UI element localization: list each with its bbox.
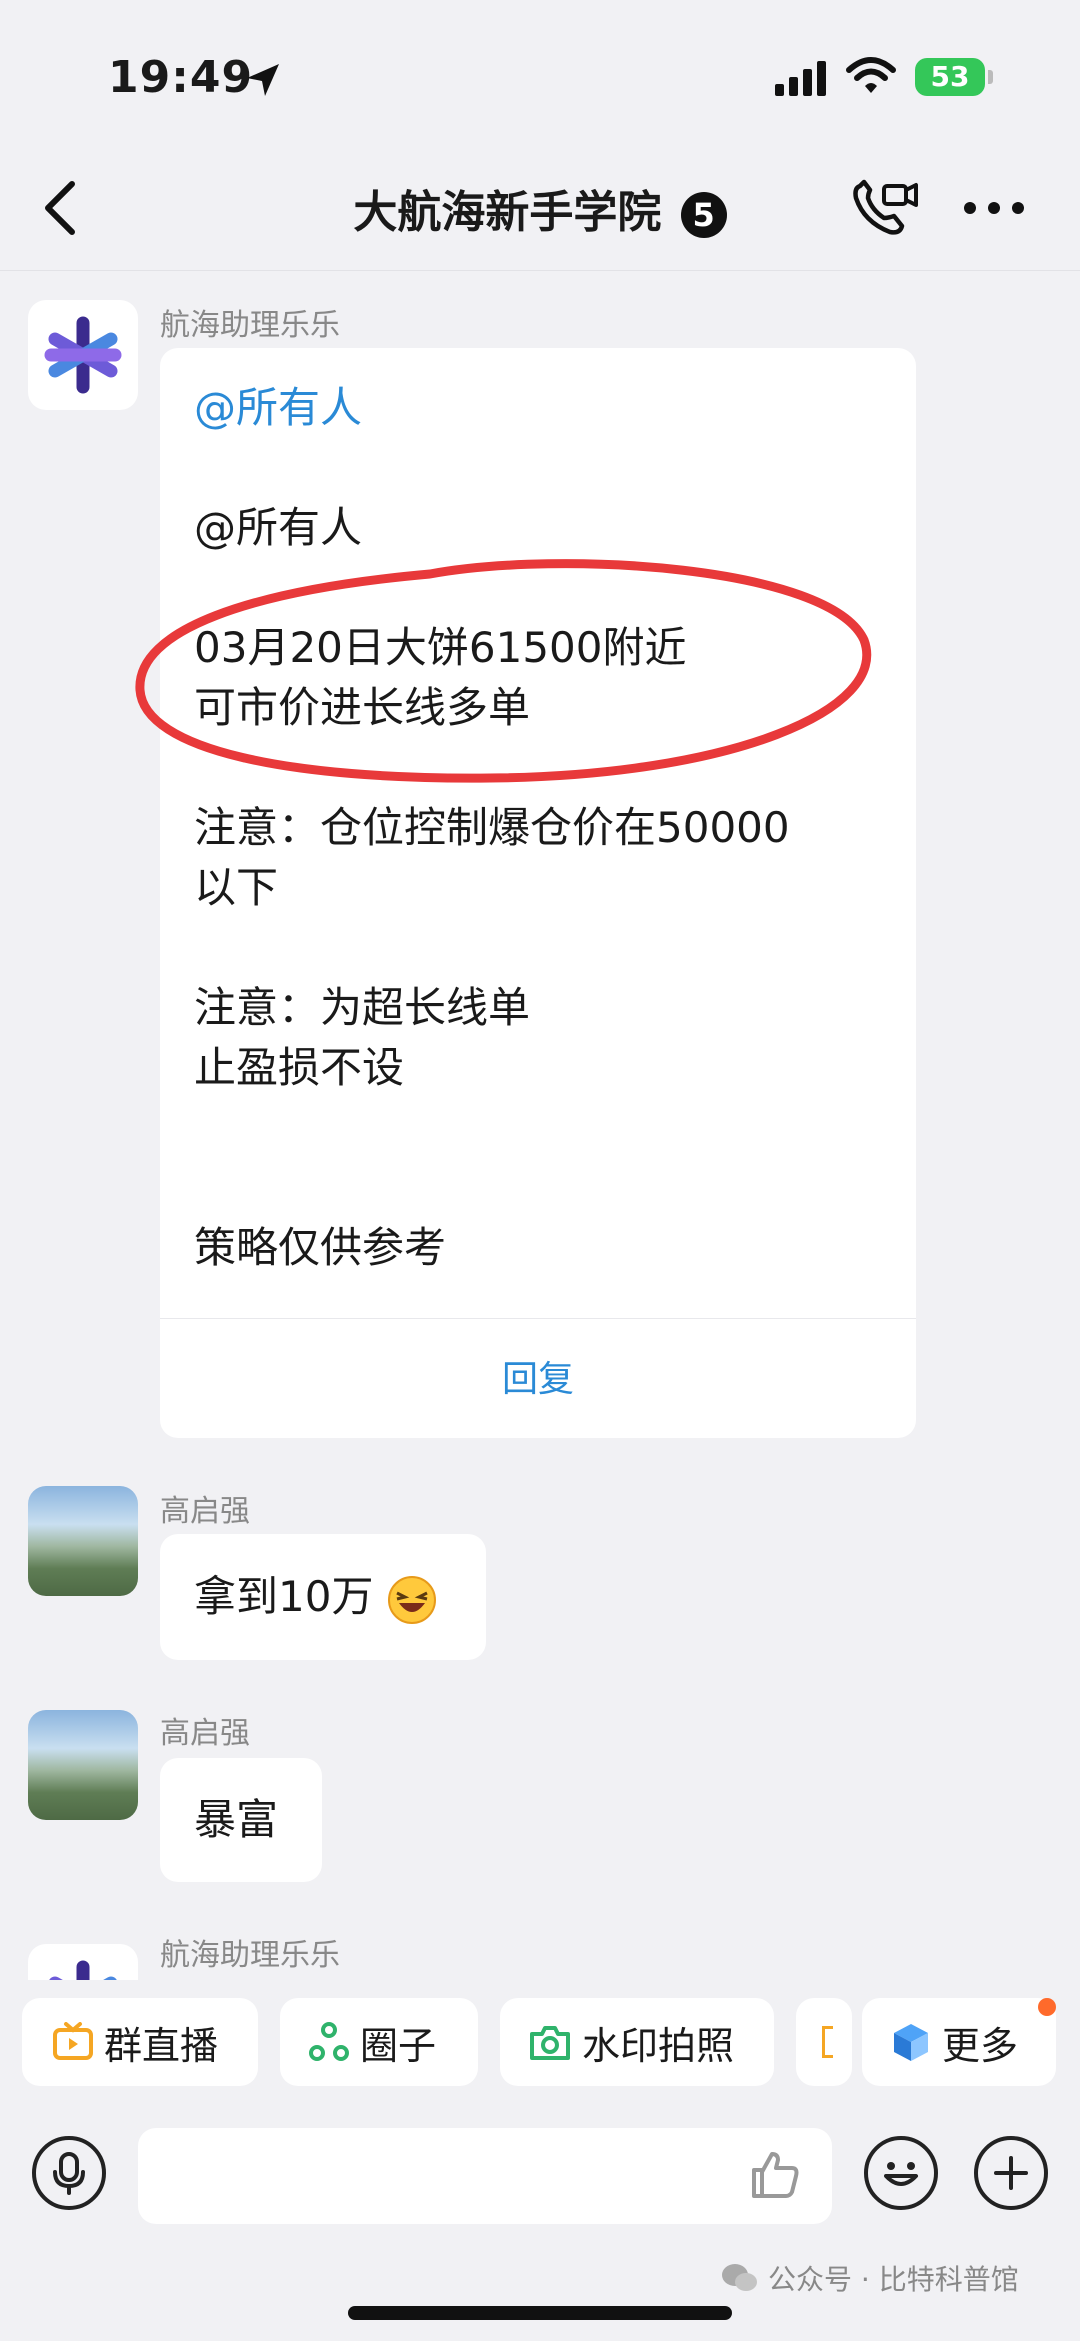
- cellular-signal-icon: [775, 61, 826, 96]
- emoji-button[interactable]: [864, 2136, 938, 2210]
- message-text: 拿到10万: [194, 1567, 437, 1627]
- voice-button[interactable]: [32, 2136, 106, 2210]
- battery-nub: [988, 70, 993, 84]
- watermark-text: 公众号 · 比特科普馆: [768, 2263, 1019, 2296]
- message-input[interactable]: [138, 2128, 832, 2224]
- shortcut-label: 更多: [942, 2023, 1019, 2068]
- message-bubble[interactable]: @所有人 @所有人 03月20日大饼61500附近 可市价进长线多单 注意：仓位…: [160, 348, 916, 1438]
- smiley-icon: [884, 2162, 918, 2186]
- member-count-badge: 5: [680, 192, 727, 238]
- message-line: 策略仅供参考: [194, 1223, 447, 1272]
- shortcut-label: 水印拍照: [582, 2023, 735, 2068]
- sender-name: 高启强: [160, 1716, 250, 1751]
- live-stream-shortcut[interactable]: 群直播: [22, 1998, 258, 2086]
- reply-divider: [160, 1318, 916, 1319]
- status-bar: 19:49 53: [0, 0, 1080, 140]
- message-bubble[interactable]: 暴富: [160, 1758, 322, 1882]
- tv-icon: [53, 2022, 93, 2060]
- clock: 19:49: [108, 52, 254, 103]
- message-text-content: 拿到10万: [194, 1572, 374, 1621]
- microphone-icon: [53, 2152, 85, 2195]
- thumbs-up-icon[interactable]: [748, 2148, 802, 2202]
- partial-message: 航海助理乐乐: [0, 1930, 1080, 1980]
- message-line: 止盈损不设: [194, 1043, 405, 1092]
- chat-header: 大航海新手学院 5: [0, 140, 1080, 271]
- battery-level: 53: [930, 60, 970, 93]
- circle-community-icon: [309, 2022, 349, 2061]
- battery-indicator: 53: [915, 58, 985, 96]
- more-shortcut[interactable]: 更多: [862, 1998, 1056, 2086]
- hidden-shortcut-edge[interactable]: [796, 1998, 852, 2086]
- avatar[interactable]: [28, 1486, 138, 1596]
- sender-name: 航海助理乐乐: [160, 1938, 340, 1973]
- shortcut-label: 群直播: [104, 2023, 219, 2068]
- plus-icon: [994, 2156, 1028, 2190]
- sender-name: 高启强: [160, 1494, 250, 1529]
- circle-shortcut[interactable]: 圈子: [280, 1998, 478, 2086]
- message-line: 注意：仓位控制爆仓价在50000: [194, 803, 790, 852]
- notification-dot: [1038, 1998, 1056, 2016]
- sender-name: 航海助理乐乐: [160, 308, 340, 343]
- cube-icon: [894, 2024, 928, 2061]
- wechat-icon: [722, 2264, 757, 2291]
- message-bubble[interactable]: 拿到10万: [160, 1534, 486, 1660]
- mention-all[interactable]: @所有人: [194, 378, 362, 438]
- location-arrow-icon: [247, 64, 279, 96]
- home-indicator[interactable]: [348, 2306, 732, 2320]
- watermark: 公众号 · 比特科普馆: [720, 2258, 1019, 2298]
- reply-button[interactable]: 回复: [160, 1350, 916, 1402]
- add-button[interactable]: [974, 2136, 1048, 2210]
- avatar[interactable]: [28, 1944, 138, 1980]
- phone-video-call-icon[interactable]: [850, 178, 920, 238]
- camera-icon: [530, 2026, 570, 2060]
- highlight-circle-annotation: [135, 559, 872, 783]
- message-line: 以下: [194, 863, 279, 912]
- wifi-icon: [846, 57, 896, 93]
- shortcut-label: 圈子: [360, 2023, 437, 2068]
- message-line: 注意：为超长线单: [194, 983, 531, 1032]
- message-text: 暴富: [194, 1795, 279, 1844]
- watermark-photo-shortcut[interactable]: 水印拍照: [500, 1998, 774, 2086]
- laughing-emoji-icon: [387, 1575, 436, 1624]
- more-options-icon[interactable]: [962, 200, 1026, 216]
- partial-icon: [822, 2026, 833, 2058]
- asterisk-logo-icon: [44, 316, 122, 394]
- asterisk-logo-icon: [49, 1960, 117, 1980]
- avatar[interactable]: [28, 1710, 138, 1820]
- avatar[interactable]: [28, 300, 138, 410]
- group-name: 大航海新手学院: [353, 187, 662, 238]
